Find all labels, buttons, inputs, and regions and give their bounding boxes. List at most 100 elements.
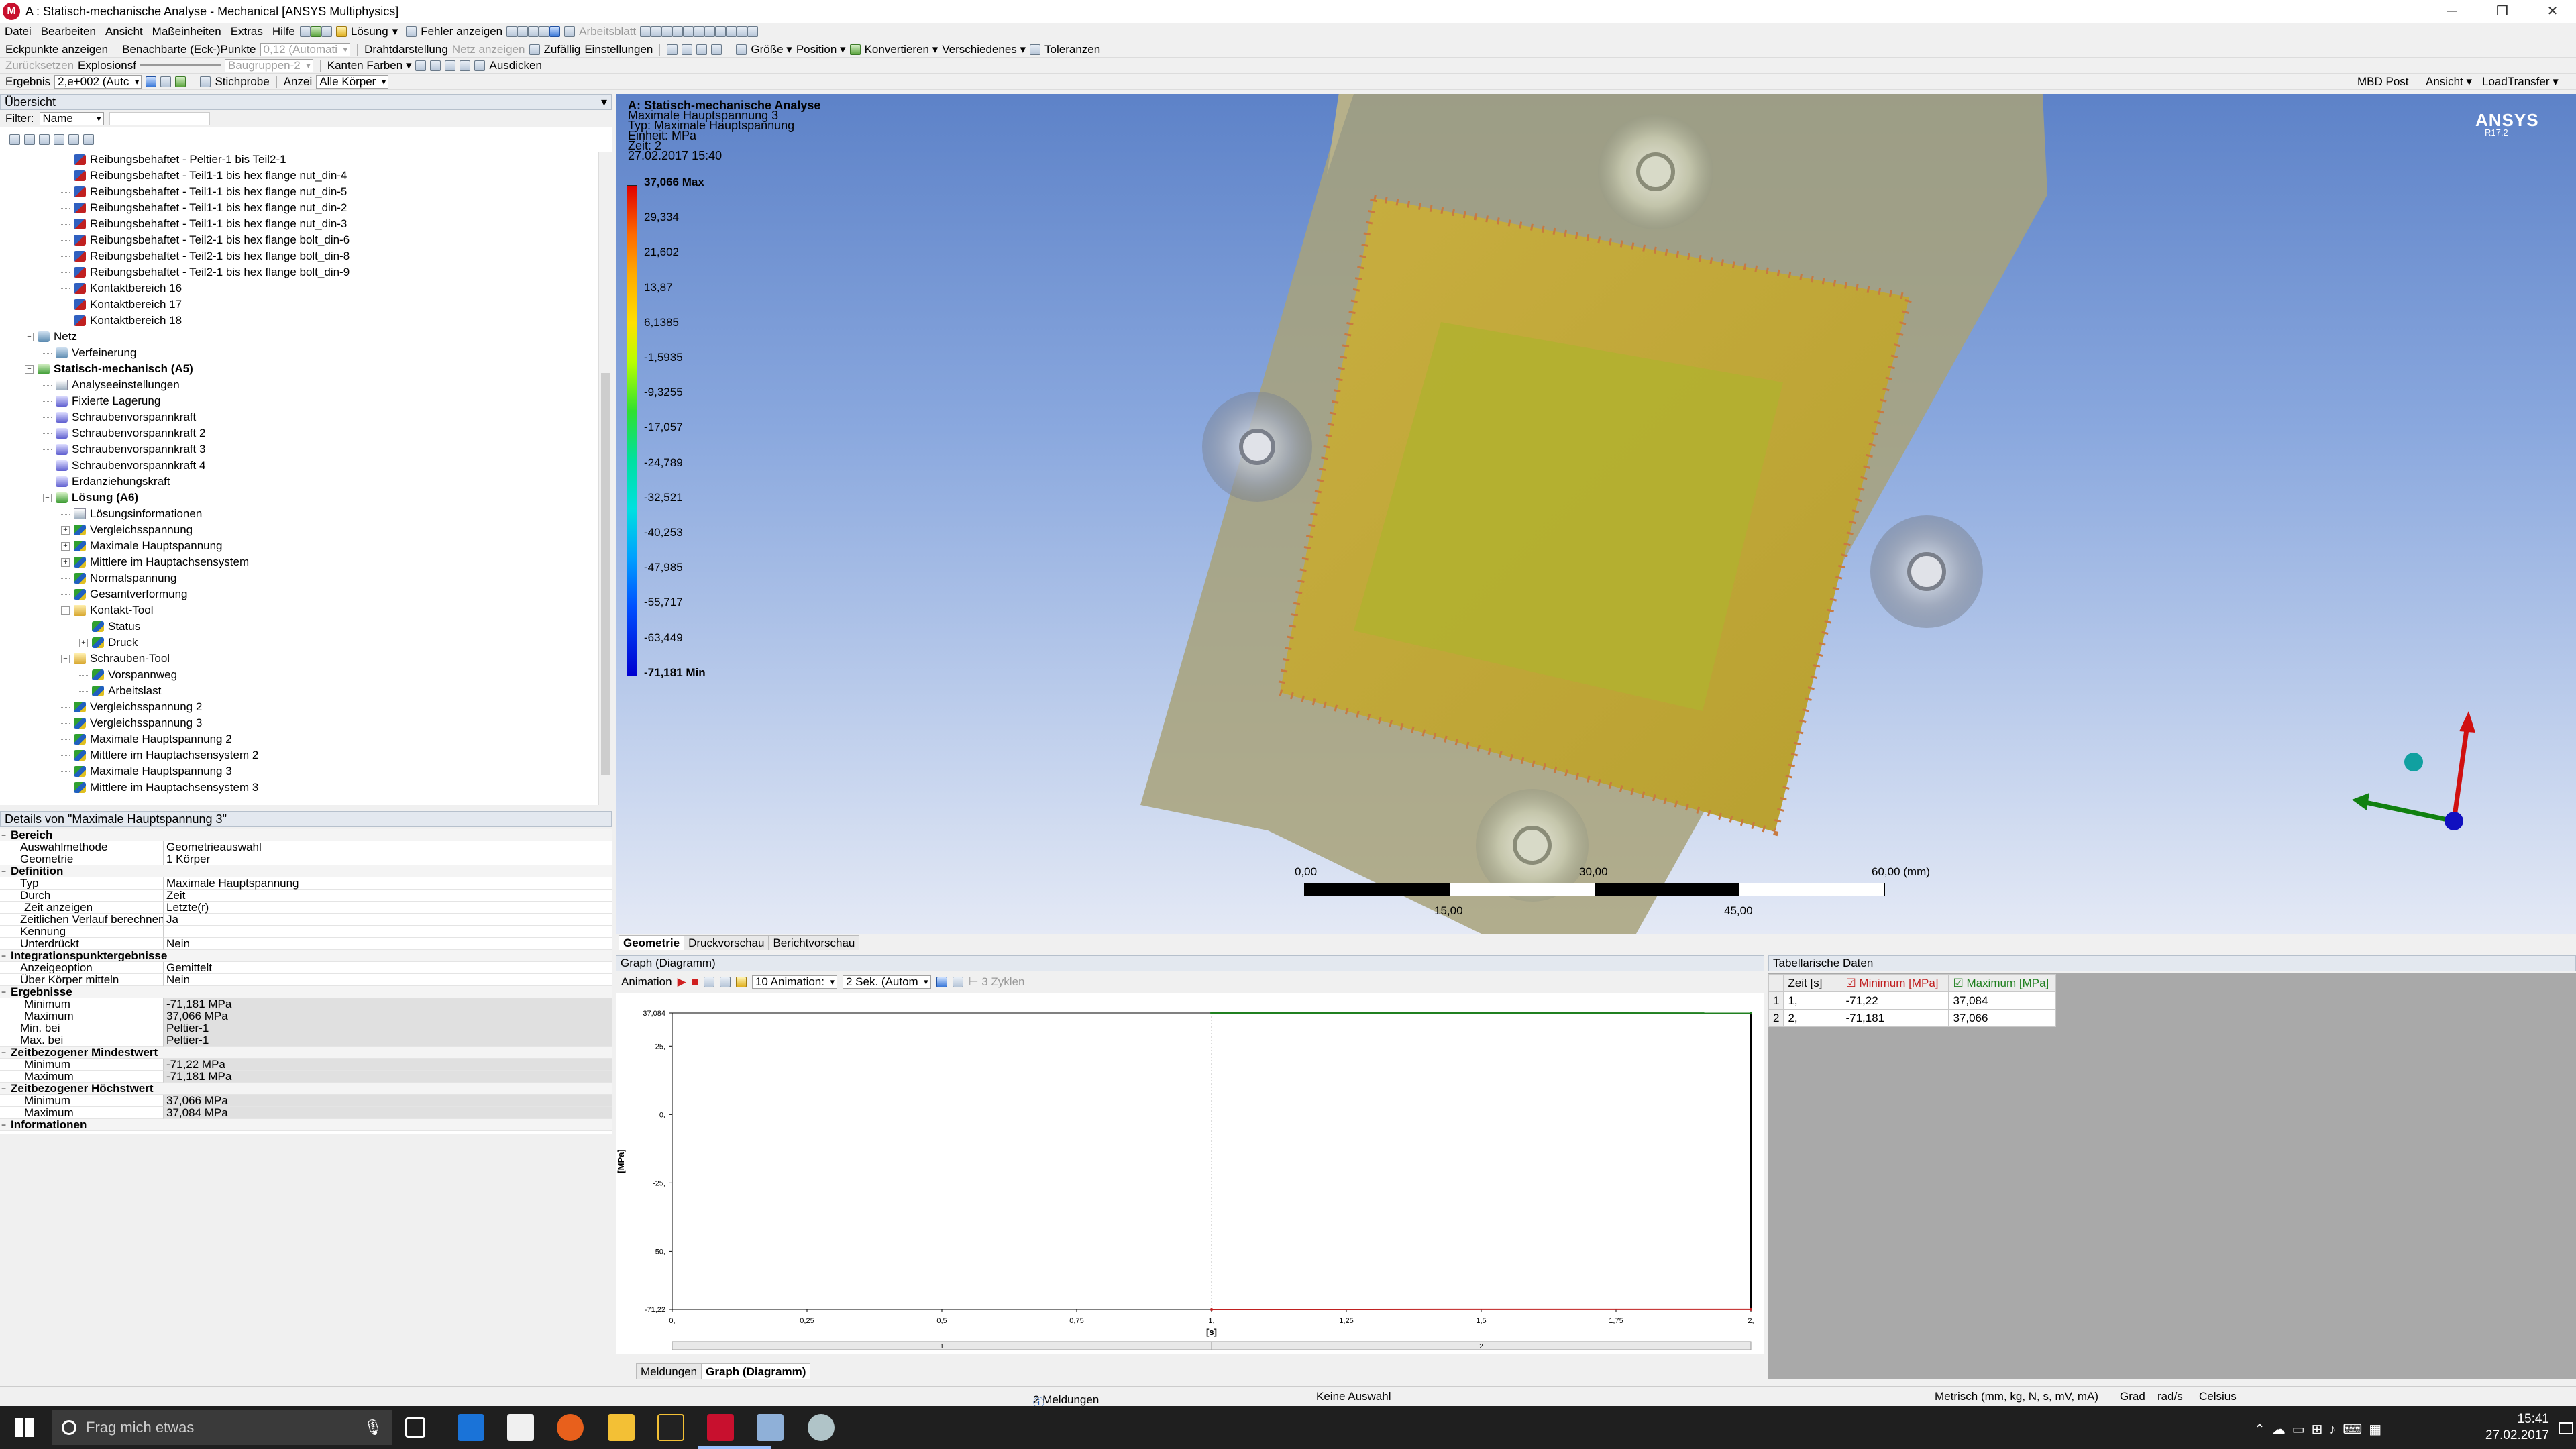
col-maximum[interactable]: ☑ Maximum [MPa] bbox=[1948, 974, 2057, 992]
units-status[interactable]: Metrisch (mm, kg, N, s, mV, mA) bbox=[1935, 1390, 2098, 1403]
details-value[interactable]: -71,22 MPa bbox=[164, 1059, 612, 1071]
tree-node[interactable]: + Maximale Hauptspannung bbox=[61, 538, 223, 554]
expand-icon[interactable]: + bbox=[61, 525, 70, 535]
position-dropdown[interactable]: Position ▾ bbox=[796, 43, 846, 56]
stichprobe-button[interactable]: Stichprobe bbox=[215, 75, 269, 89]
edge-style-icon-1[interactable] bbox=[415, 60, 427, 71]
tool-icon-5[interactable] bbox=[549, 26, 561, 37]
tool-icon-4[interactable] bbox=[539, 26, 550, 37]
app-icon[interactable]: M bbox=[3, 3, 20, 20]
tree-node[interactable]: − Statisch-mechanisch (A5) bbox=[25, 361, 193, 377]
menu-bearbeiten[interactable]: Bearbeiten bbox=[36, 25, 101, 38]
tab-berichtvorschau[interactable]: Berichtvorschau bbox=[768, 935, 860, 950]
pin-icon[interactable]: ▾ bbox=[601, 95, 607, 109]
checkbox-icon[interactable]: ☑ bbox=[1953, 977, 1963, 989]
details-row[interactable]: Maximum -71,181 MPa bbox=[0, 1071, 612, 1083]
store-icon[interactable] bbox=[507, 1414, 534, 1441]
collapse-icon[interactable]: − bbox=[61, 606, 70, 615]
tree-node[interactable]: Reibungsbehaftet - Teil2-1 bis hex flang… bbox=[61, 232, 350, 248]
tree-node[interactable]: Reibungsbehaftet - Teil2-1 bis hex flang… bbox=[61, 264, 350, 280]
tab-graph[interactable]: Graph (Diagramm) bbox=[701, 1363, 811, 1379]
details-value[interactable]: 37,066 MPa bbox=[164, 1095, 612, 1107]
netz-anzeigen-button[interactable]: Netz anzeigen bbox=[452, 43, 525, 56]
tree-node[interactable]: Schraubenvorspannkraft 3 bbox=[43, 441, 205, 458]
play-icon[interactable]: ▶ bbox=[678, 975, 686, 989]
details-value[interactable]: 37,066 MPa bbox=[164, 1010, 612, 1022]
section-toggle-icon[interactable]: − bbox=[1, 986, 6, 998]
edge-browser-icon[interactable] bbox=[458, 1414, 484, 1441]
select-icon[interactable] bbox=[640, 26, 651, 37]
tolerance-dropdown[interactable]: 0,12 (Automati bbox=[260, 42, 351, 56]
filter-input[interactable] bbox=[109, 112, 210, 125]
zoom-box-icon[interactable] bbox=[683, 26, 694, 37]
tree-node[interactable]: Vorspannweg bbox=[79, 667, 177, 683]
zoom-graph-icon[interactable] bbox=[952, 977, 963, 987]
tool-icon-2[interactable] bbox=[517, 26, 529, 37]
iso-view-icon[interactable] bbox=[737, 26, 748, 37]
show-icon[interactable] bbox=[529, 44, 540, 55]
details-value[interactable]: -71,181 MPa bbox=[164, 1071, 612, 1083]
explosion-slider[interactable] bbox=[140, 64, 221, 66]
ausdicken-button[interactable]: Ausdicken bbox=[489, 59, 541, 72]
details-value[interactable]: -71,181 MPa bbox=[164, 998, 612, 1010]
loadtransfer-dropdown[interactable]: LoadTransfer ▾ bbox=[2482, 75, 2559, 89]
einstellungen-button[interactable]: Einstellungen bbox=[584, 43, 653, 56]
menu-hilfe[interactable]: Hilfe bbox=[268, 25, 300, 38]
tree-node[interactable]: Maximale Hauptspannung 3 bbox=[61, 763, 232, 780]
tree-node[interactable]: + Druck bbox=[79, 635, 138, 651]
explorer-icon[interactable] bbox=[608, 1414, 635, 1441]
expand-icon[interactable]: + bbox=[61, 557, 70, 567]
details-row[interactable]: Minimum 37,066 MPa bbox=[0, 1095, 612, 1107]
tree-search-icon[interactable] bbox=[68, 134, 79, 145]
details-value[interactable]: Gemittelt bbox=[164, 962, 612, 974]
details-row[interactable]: Max. bei Peltier-1 bbox=[0, 1034, 612, 1046]
pan-icon[interactable] bbox=[661, 26, 673, 37]
details-value[interactable]: Geometrieauswahl bbox=[164, 841, 612, 853]
details-section[interactable]: Zeitbezogener Höchstwert − bbox=[0, 1083, 612, 1095]
tree-node[interactable]: Schraubenvorspannkraft bbox=[43, 409, 196, 425]
details-section[interactable]: Informationen − bbox=[0, 1119, 612, 1131]
tree-node[interactable]: Status bbox=[79, 619, 140, 635]
details-section[interactable]: Definition − bbox=[0, 865, 612, 877]
section-toggle-icon[interactable]: − bbox=[1, 1083, 6, 1095]
details-value[interactable]: Peltier-1 bbox=[164, 1034, 612, 1046]
app-icon-7[interactable] bbox=[757, 1414, 784, 1441]
details-row[interactable]: Maximum 37,084 MPa bbox=[0, 1107, 612, 1119]
contour-icon[interactable] bbox=[146, 76, 157, 87]
details-row[interactable]: Zeitlichen Verlauf berechnen Ja bbox=[0, 914, 612, 926]
edge-style-icon-3[interactable] bbox=[445, 60, 456, 71]
app-icon-8[interactable] bbox=[808, 1414, 835, 1441]
col-minimum[interactable]: ☑ Minimum [MPa] bbox=[1841, 974, 1949, 992]
collapse-all-icon[interactable] bbox=[24, 134, 35, 145]
frames-dropdown[interactable]: 10 Animation: bbox=[751, 975, 837, 989]
details-row[interactable]: Durch Zeit bbox=[0, 890, 612, 902]
tree-node[interactable]: Kontaktbereich 18 bbox=[61, 313, 182, 329]
menu-datei[interactable]: Datei bbox=[0, 25, 36, 38]
tree-settings-icon[interactable] bbox=[83, 134, 94, 145]
tray-icons[interactable]: ⌃☁▭⊞♪⌨▦ bbox=[2254, 1421, 2388, 1438]
menu-extras[interactable]: Extras bbox=[226, 25, 268, 38]
tree-node[interactable]: − Schrauben-Tool bbox=[61, 651, 170, 667]
save-icon[interactable] bbox=[321, 26, 332, 37]
viewport-layout-icon[interactable] bbox=[747, 26, 759, 37]
groesse-dropdown[interactable]: Größe ▾ bbox=[751, 43, 792, 56]
open-icon[interactable] bbox=[310, 26, 321, 37]
details-row[interactable]: Typ Maximale Hauptspannung bbox=[0, 877, 612, 890]
frame-forward-icon[interactable] bbox=[719, 977, 731, 987]
details-value[interactable]: Zeit bbox=[164, 890, 612, 902]
tree-node[interactable]: − Netz bbox=[25, 329, 77, 345]
konvertieren-dropdown[interactable]: Konvertieren ▾ bbox=[865, 43, 938, 56]
section-toggle-icon[interactable]: − bbox=[1, 829, 6, 841]
details-value[interactable]: Nein bbox=[164, 974, 612, 986]
tree-node[interactable]: Reibungsbehaftet - Teil1-1 bis hex flang… bbox=[61, 200, 347, 216]
edge-icon-4[interactable] bbox=[711, 44, 722, 55]
arbeitsblatt-button[interactable]: Arbeitsblatt bbox=[560, 25, 640, 38]
tree-node[interactable]: Arbeitslast bbox=[79, 683, 161, 699]
rotation-unit[interactable]: rad/s bbox=[2157, 1390, 2183, 1403]
section-toggle-icon[interactable]: − bbox=[1, 865, 6, 877]
task-view-icon[interactable] bbox=[405, 1417, 425, 1438]
collapse-icon[interactable]: − bbox=[61, 654, 70, 663]
tree-node[interactable]: Mittlere im Hauptachsensystem 3 bbox=[61, 780, 258, 796]
tab-geometrie[interactable]: Geometrie bbox=[619, 935, 685, 950]
temperature-unit[interactable]: Celsius bbox=[2199, 1390, 2237, 1403]
